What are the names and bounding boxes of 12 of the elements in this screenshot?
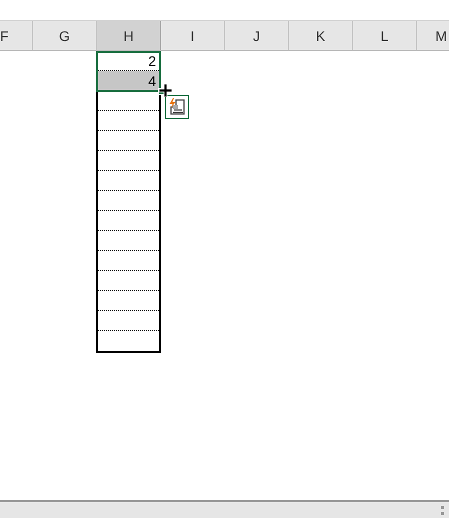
table-cell[interactable]: 4 xyxy=(98,71,159,91)
column-header[interactable]: I xyxy=(161,21,225,50)
column-header[interactable]: K xyxy=(289,21,353,50)
column-header[interactable]: F xyxy=(0,21,33,50)
autofill-options-button[interactable] xyxy=(165,95,189,119)
lightning-stack-icon xyxy=(167,97,187,117)
column-header[interactable]: L xyxy=(353,21,417,50)
selection-border xyxy=(96,51,161,92)
column-header[interactable]: M xyxy=(417,21,449,50)
crosshair-cursor-icon xyxy=(159,84,172,97)
column-header[interactable]: J xyxy=(225,21,289,50)
column-header[interactable]: H xyxy=(97,21,161,50)
